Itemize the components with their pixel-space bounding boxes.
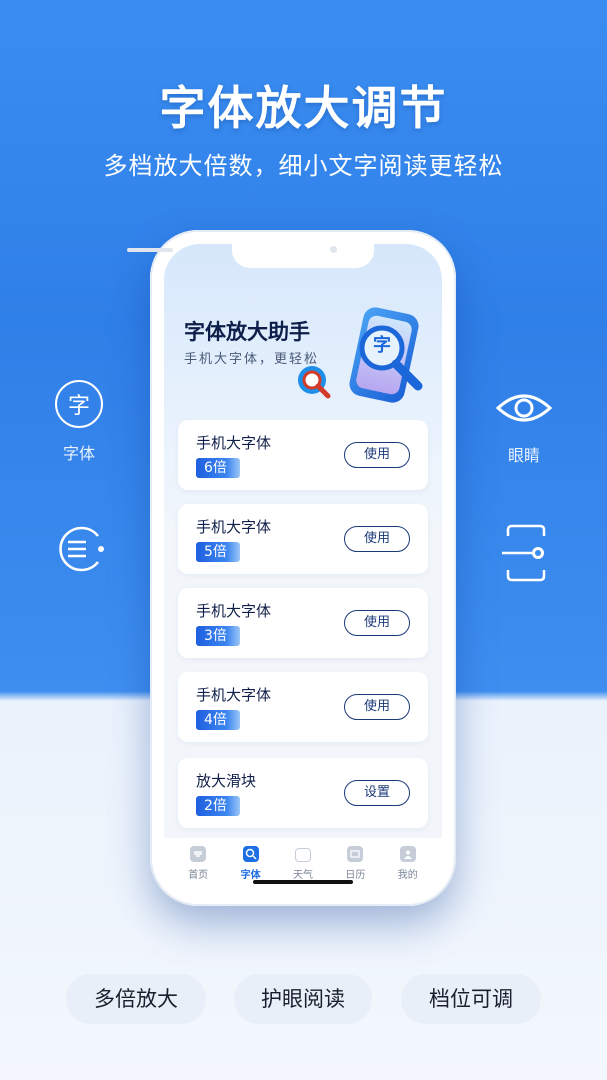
phone-notch <box>232 244 374 268</box>
calendar-icon <box>347 846 364 862</box>
magnifier-icon <box>298 366 331 399</box>
app-title: 字体放大助手 <box>184 320 310 344</box>
use-button[interactable]: 使用 <box>344 526 410 552</box>
tab-calendar-label: 日历 <box>345 870 366 881</box>
feature-pill: 多倍放大 <box>66 974 206 1024</box>
feature-pill: 护眼阅读 <box>234 974 372 1024</box>
use-button[interactable]: 使用 <box>344 694 410 720</box>
lines-icon <box>54 524 106 574</box>
item-title: 手机大字体 <box>196 518 272 536</box>
item-title: 手机大字体 <box>196 602 272 620</box>
search-icon <box>242 846 259 862</box>
tab-home-label: 首页 <box>188 870 209 881</box>
eye-icon <box>495 394 553 422</box>
tab-profile-label: 我的 <box>397 870 418 881</box>
weather-icon <box>294 848 311 862</box>
phone-magnifier-illustration: 字 <box>340 306 436 410</box>
feature-font: 字 字体 <box>55 380 103 464</box>
tab-weather-label: 天气 <box>292 870 313 881</box>
zoom-badge: 6倍 <box>196 458 240 478</box>
list-item: 手机大字体 5倍 使用 <box>178 504 428 574</box>
zoom-badge: 2倍 <box>196 796 240 816</box>
use-button[interactable]: 使用 <box>344 610 410 636</box>
phone-speaker <box>127 248 173 252</box>
zoom-badge: 3倍 <box>196 626 240 646</box>
phone-camera <box>330 246 337 253</box>
settings-button[interactable]: 设置 <box>344 780 410 806</box>
tab-font-label: 字体 <box>240 870 261 881</box>
feature-pill: 档位可调 <box>401 974 541 1024</box>
zoom-badge: 5倍 <box>196 542 240 562</box>
headline: 字体放大调节 <box>159 81 448 135</box>
phone-mockup: 字体放大助手 手机大字体，更轻松 字 手机大字体 6倍 使用 手机大字体 5倍 … <box>150 230 456 906</box>
feature-eye-label: 眼睛 <box>507 446 540 465</box>
home-icon <box>190 846 207 862</box>
slider-scan-icon <box>500 524 552 582</box>
list-item: 手机大字体 3倍 使用 <box>178 588 428 658</box>
feature-eye: 眼睛 <box>494 386 554 466</box>
profile-icon <box>399 846 416 862</box>
zi-character-icon: 字 <box>55 380 103 428</box>
subline: 多档放大倍数，细小文字阅读更轻松 <box>103 152 504 180</box>
list-item: 手机大字体 4倍 使用 <box>178 672 428 742</box>
tab-home[interactable]: 首页 <box>178 838 218 892</box>
app-screen: 字体放大助手 手机大字体，更轻松 字 手机大字体 6倍 使用 手机大字体 5倍 … <box>164 244 442 892</box>
home-indicator <box>253 880 353 884</box>
feature-font-label: 字体 <box>62 444 95 463</box>
item-title: 手机大字体 <box>196 686 272 704</box>
hero-zi-glyph: 字 <box>373 335 391 356</box>
use-button[interactable]: 使用 <box>344 442 410 468</box>
list-item: 手机大字体 6倍 使用 <box>178 420 428 490</box>
item-title: 放大滑块 <box>196 772 257 790</box>
item-title: 手机大字体 <box>196 434 272 452</box>
zoom-badge: 4倍 <box>196 710 240 730</box>
tab-profile[interactable]: 我的 <box>388 838 428 892</box>
list-item: 放大滑块 2倍 设置 <box>178 758 428 828</box>
